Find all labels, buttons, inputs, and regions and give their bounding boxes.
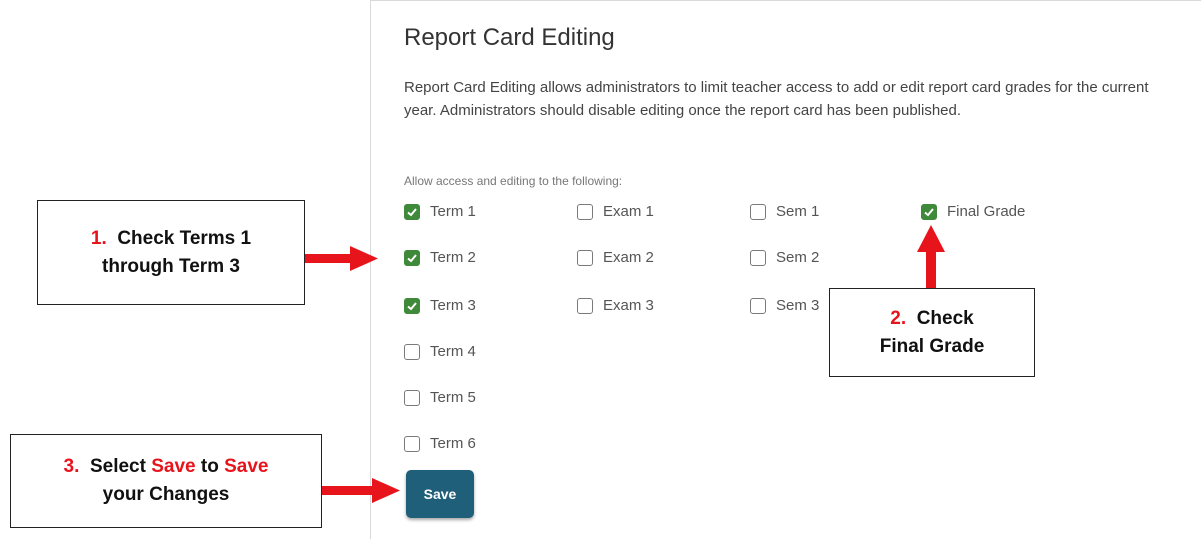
callout-text: Select — [89, 456, 146, 477]
callout-text: your Changes — [102, 484, 230, 505]
callout-number: 3. — [63, 456, 80, 477]
arrow-right-icon — [322, 478, 400, 503]
callout-text: Final Grade — [879, 335, 985, 357]
arrow-right-icon — [305, 246, 378, 271]
callout-text: to — [200, 456, 219, 477]
callout-text: through Term 3 — [102, 255, 240, 277]
arrow-up-icon — [917, 225, 945, 288]
callout-step2: 2. Check Final Grade — [829, 288, 1035, 377]
callout-step3: 3. Select Save to Save your Changes — [10, 434, 322, 528]
callout-step1: 1. Check Terms 1 through Term 3 — [37, 200, 305, 305]
callout-text: Check Terms 1 — [117, 227, 252, 249]
callout-save-word: Save — [224, 456, 269, 477]
callout-number: 1. — [90, 227, 107, 249]
callout-number: 2. — [890, 307, 907, 329]
callout-save-word: Save — [151, 456, 196, 477]
callout-text: Check — [916, 307, 974, 329]
